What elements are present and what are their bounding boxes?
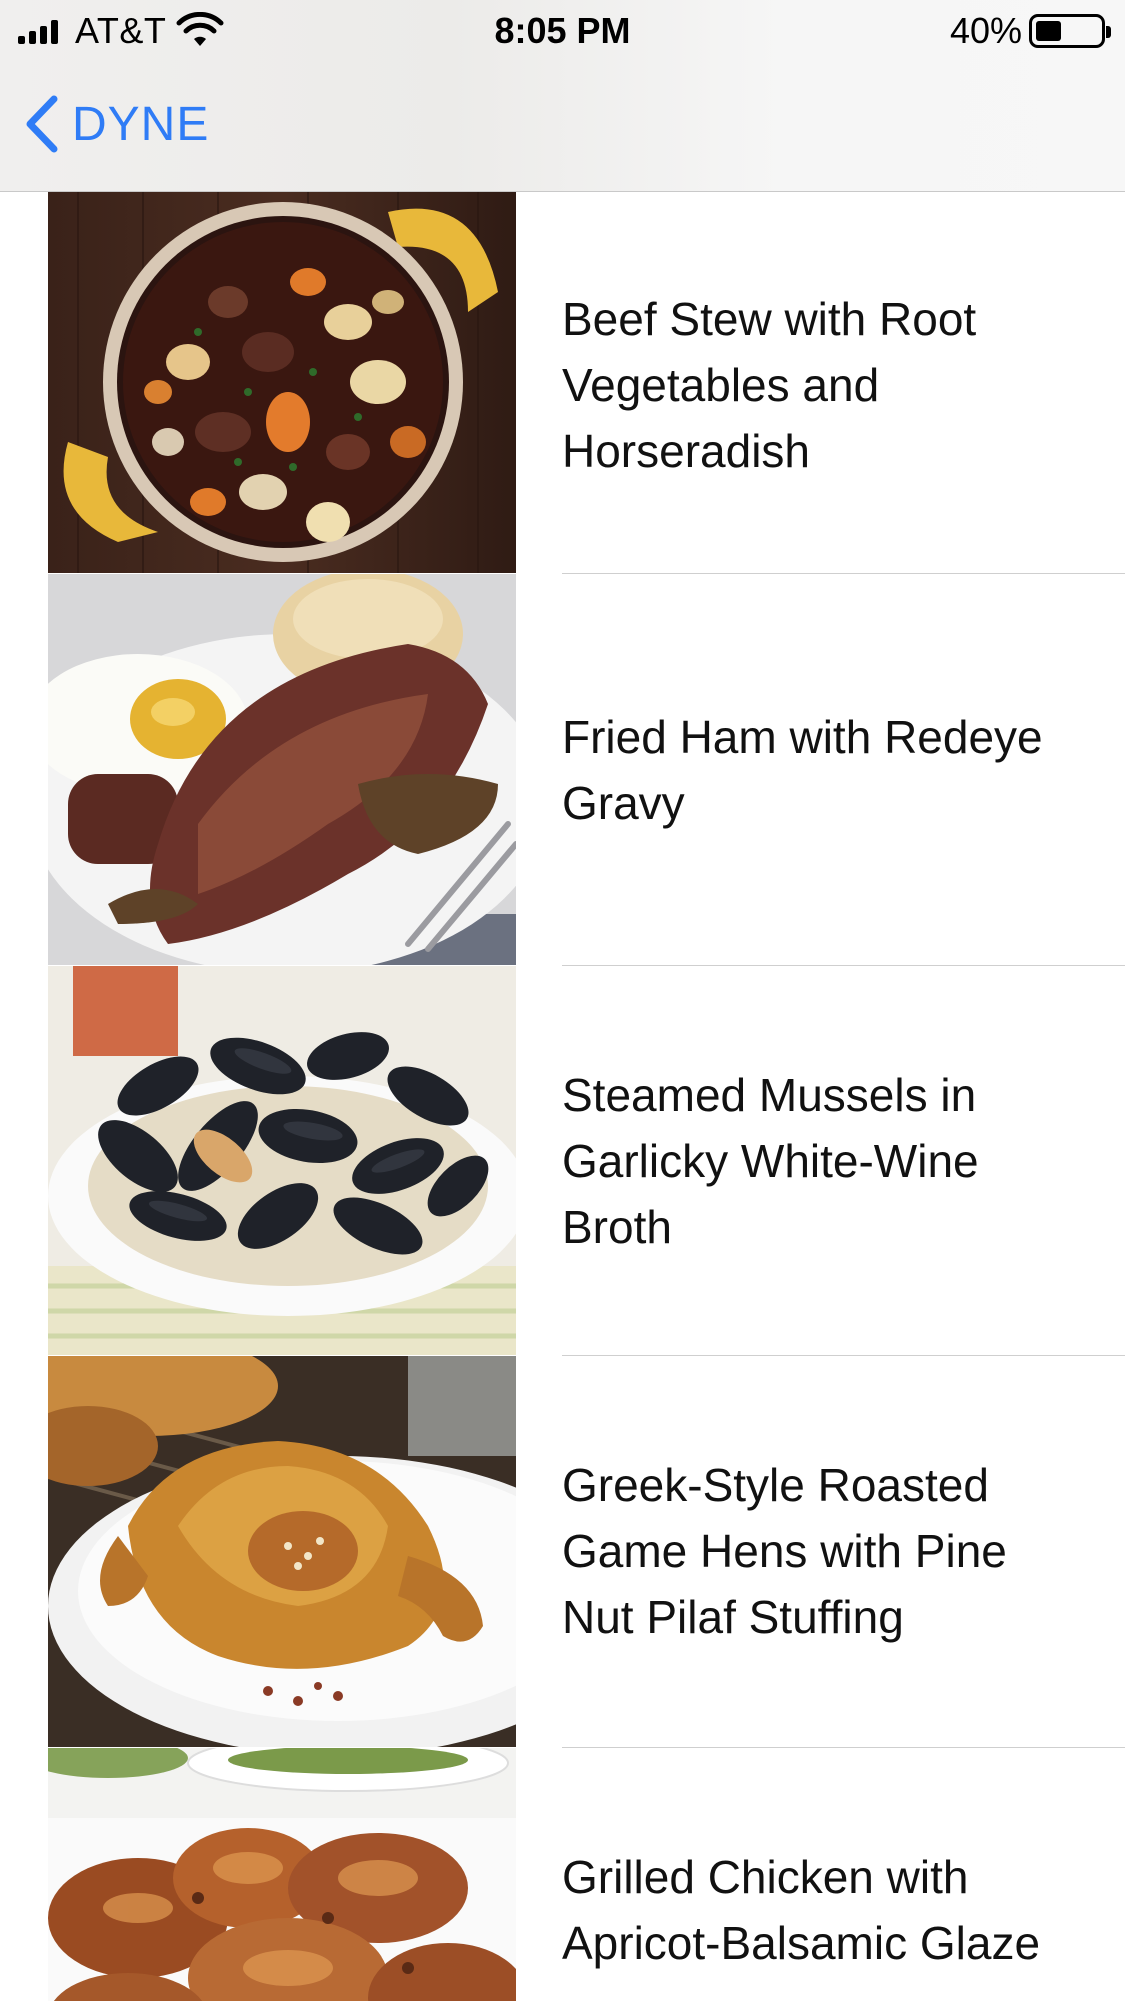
battery-percent: 40% (949, 10, 1022, 51)
back-button-label: DYNE (72, 97, 210, 151)
list-item[interactable]: Grilled Chicken with Apricot-Balsamic Gl… (0, 1748, 1125, 2001)
recipe-title: Steamed Mussels in Garlicky White-Wine B… (562, 1069, 979, 1253)
recipe-title: Greek-Style Roasted Game Hens with Pine … (562, 1459, 1007, 1643)
back-button[interactable]: DYNE (22, 92, 209, 156)
recipe-list: Beef Stew with Root Vegetables and Horse… (0, 192, 1125, 2001)
top-bar: AT&T 8:05 PM 40% DYNE (0, 0, 1125, 192)
recipe-title: Grilled Chicken with Apricot-Balsamic Gl… (562, 1851, 1041, 1969)
list-item[interactable]: Fried Ham with Redeye Gravy (0, 574, 1125, 966)
list-item[interactable]: Beef Stew with Root Vegetables and Horse… (0, 192, 1125, 574)
recipe-title: Fried Ham with Redeye Gravy (562, 711, 1043, 829)
beef-stew-photo (48, 192, 516, 573)
navigation-bar: DYNE (0, 62, 1125, 192)
battery-level (1036, 21, 1061, 41)
battery-icon (1029, 14, 1111, 48)
list-item[interactable]: Greek-Style Roasted Game Hens with Pine … (0, 1356, 1125, 1748)
list-item[interactable]: Steamed Mussels in Garlicky White-Wine B… (0, 966, 1125, 1356)
fried-ham-photo (48, 574, 516, 965)
chevron-left-icon (26, 95, 58, 153)
grilled-chicken-photo (48, 1748, 516, 2001)
status-bar: AT&T 8:05 PM 40% (0, 0, 1125, 62)
recipe-title: Beef Stew with Root Vegetables and Horse… (562, 293, 977, 477)
game-hens-photo (48, 1356, 516, 1747)
steamed-mussels-photo (48, 966, 516, 1355)
